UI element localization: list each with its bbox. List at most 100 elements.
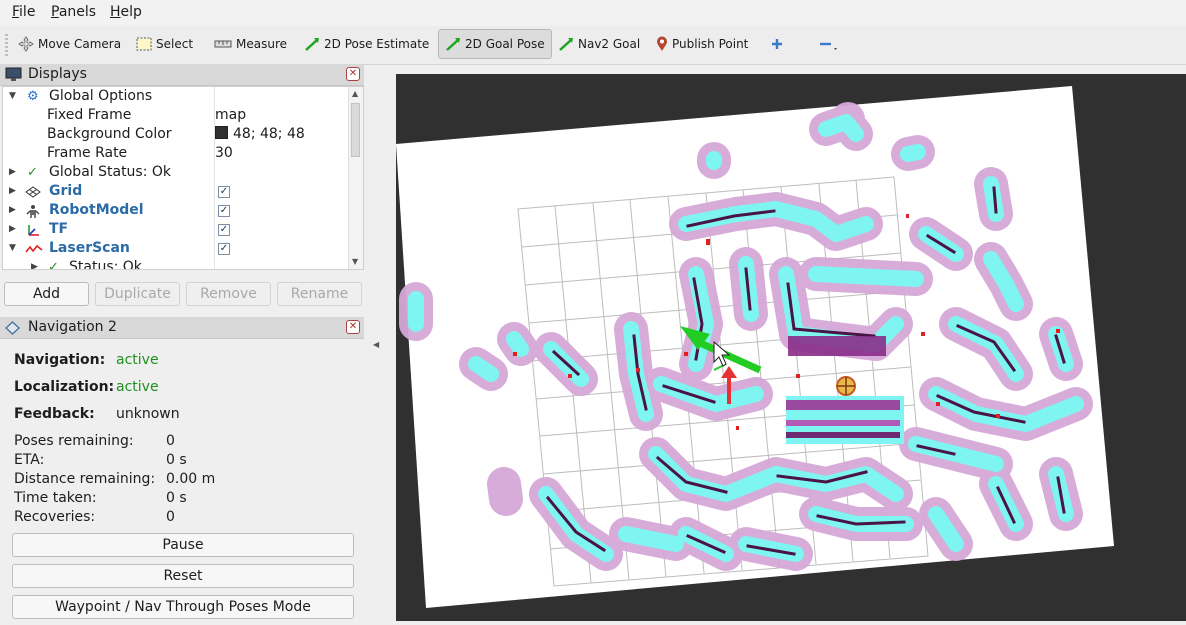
tree-row-fixed-frame[interactable]: Fixed Frame map: [3, 107, 349, 126]
gear-icon: ⚙: [27, 89, 39, 104]
add-display-button[interactable]: Add: [4, 282, 89, 306]
pose-estimate-icon: [305, 38, 319, 51]
move-camera-label: Move Camera: [38, 37, 122, 51]
nav2-goal-label: Nav2 Goal: [578, 37, 641, 51]
displays-tree[interactable]: ▼ ⚙ Global Options Fixed Frame map Backg…: [2, 86, 364, 270]
map-canvas[interactable]: [396, 74, 1186, 621]
tree-label: TF: [49, 221, 69, 237]
tree-row-tf[interactable]: ▶ TF ✓: [3, 221, 349, 240]
background-color-value[interactable]: 48; 48; 48: [215, 126, 305, 142]
expand-arrow-icon[interactable]: ▶: [9, 186, 16, 196]
duplicate-display-button[interactable]: Duplicate: [95, 282, 180, 306]
feedback-label: Feedback:: [14, 406, 95, 422]
laserscan-checkbox[interactable]: ✓: [218, 243, 230, 255]
close-displays-icon[interactable]: ✕: [346, 67, 360, 81]
tree-row-global-options[interactable]: ▼ ⚙ Global Options: [3, 88, 349, 107]
tree-label: RobotModel: [49, 202, 144, 218]
collapse-arrow-icon[interactable]: ▼: [9, 243, 16, 253]
publish-point-label: Publish Point: [672, 37, 749, 51]
tree-label: Global Status: Ok: [49, 164, 172, 180]
poses-remaining-label: Poses remaining:: [14, 433, 134, 449]
remove-tool-button[interactable]: [812, 29, 848, 59]
tree-label: Frame Rate: [47, 145, 128, 161]
add-tool-button[interactable]: [764, 29, 790, 59]
menu-help[interactable]: Help: [110, 4, 142, 20]
expand-arrow-icon[interactable]: ▶: [9, 224, 16, 234]
monitor-icon: [5, 67, 22, 81]
goal-pose-icon: [446, 38, 460, 51]
recoveries-value: 0: [166, 509, 175, 525]
local-costmap-stripe: [786, 400, 900, 410]
eta-value: 0 s: [166, 452, 187, 468]
navigation-status: active: [116, 352, 159, 368]
frame-rate-value[interactable]: 30: [215, 145, 233, 161]
tree-row-laserscan-status[interactable]: ▶ ✓ Status: Ok: [3, 259, 349, 270]
fixed-frame-value[interactable]: map: [215, 107, 246, 123]
eta-label: ETA:: [14, 452, 45, 468]
background-color-text: 48; 48; 48: [233, 126, 305, 142]
tree-label: Fixed Frame: [47, 107, 132, 123]
tree-row-background-color[interactable]: Background Color 48; 48; 48: [3, 126, 349, 145]
publish-point-tool[interactable]: Publish Point: [650, 29, 754, 59]
color-swatch: [215, 126, 228, 139]
menu-file[interactable]: File: [12, 4, 35, 20]
nav2-goal-icon: [559, 38, 573, 51]
tree-label: Background Color: [47, 126, 172, 142]
check-icon: ✓: [27, 165, 38, 180]
collapse-panel-icon[interactable]: ◀: [373, 340, 379, 349]
nav2-goal-tool[interactable]: Nav2 Goal: [552, 29, 646, 59]
render-viewport[interactable]: [396, 74, 1186, 621]
distance-remaining-value: 0.00 m: [166, 471, 216, 487]
tf-checkbox[interactable]: ✓: [218, 224, 230, 236]
time-taken-value: 0 s: [166, 490, 187, 506]
localization-status: active: [116, 379, 159, 395]
select-tool[interactable]: Select: [130, 29, 199, 59]
reset-button[interactable]: Reset: [12, 564, 354, 588]
tree-row-laserscan[interactable]: ▼ LaserScan ✓: [3, 240, 349, 259]
menu-bar: File Panels Help: [0, 0, 1186, 26]
laser-scan-icon: [25, 244, 43, 253]
distance-remaining-label: Distance remaining:: [14, 471, 156, 487]
pause-button[interactable]: Pause: [12, 533, 354, 557]
toolbar-grip[interactable]: [5, 34, 8, 56]
menu-panels[interactable]: Panels: [51, 4, 96, 20]
grid-icon: [25, 186, 41, 198]
navigation-panel: Navigation: active Localization: active …: [0, 340, 364, 621]
collapse-arrow-icon[interactable]: ▼: [9, 91, 16, 101]
navigation-title: Navigation 2: [28, 319, 117, 335]
pose-estimate-label: 2D Pose Estimate: [324, 37, 430, 51]
robotmodel-checkbox[interactable]: ✓: [218, 205, 230, 217]
measure-label: Measure: [236, 37, 287, 51]
select-icon: [136, 37, 152, 51]
rename-display-button[interactable]: Rename: [277, 282, 362, 306]
tree-row-grid[interactable]: ▶ Grid ✓: [3, 183, 349, 202]
add-tool-icon: [772, 39, 782, 49]
expand-arrow-icon[interactable]: ▶: [9, 205, 16, 215]
grid-checkbox[interactable]: ✓: [218, 186, 230, 198]
scroll-up-icon[interactable]: ▲: [352, 89, 358, 98]
close-navigation-icon[interactable]: ✕: [346, 320, 360, 334]
expand-arrow-icon[interactable]: ▶: [9, 167, 16, 177]
measure-tool[interactable]: Measure: [208, 29, 293, 59]
move-camera-tool[interactable]: Move Camera: [12, 29, 127, 59]
robot-model-icon: [26, 205, 40, 218]
pose-estimate-tool[interactable]: 2D Pose Estimate: [298, 29, 435, 59]
displays-scrollbar[interactable]: ▲ ▼: [348, 87, 363, 269]
scroll-down-icon[interactable]: ▼: [352, 257, 358, 266]
nav2-panel-icon: [5, 321, 20, 335]
recoveries-label: Recoveries:: [14, 509, 96, 525]
expand-arrow-icon[interactable]: ▶: [31, 262, 38, 269]
scroll-thumb[interactable]: [351, 103, 360, 157]
tree-label: Grid: [49, 183, 83, 199]
tree-label: Global Options: [49, 88, 153, 104]
robot-scan-band: [788, 336, 886, 356]
remove-display-button[interactable]: Remove: [186, 282, 271, 306]
time-taken-label: Time taken:: [14, 490, 97, 506]
tree-row-frame-rate[interactable]: Frame Rate 30: [3, 145, 349, 164]
tree-row-robotmodel[interactable]: ▶ RobotModel ✓: [3, 202, 349, 221]
waypoint-mode-button[interactable]: Waypoint / Nav Through Poses Mode: [12, 595, 354, 619]
feedback-status: unknown: [116, 406, 180, 422]
tree-row-global-status[interactable]: ▶ ✓ Global Status: Ok: [3, 164, 349, 183]
goal-pose-tool[interactable]: 2D Goal Pose: [438, 29, 552, 59]
tree-label: Status: Ok: [69, 259, 142, 270]
